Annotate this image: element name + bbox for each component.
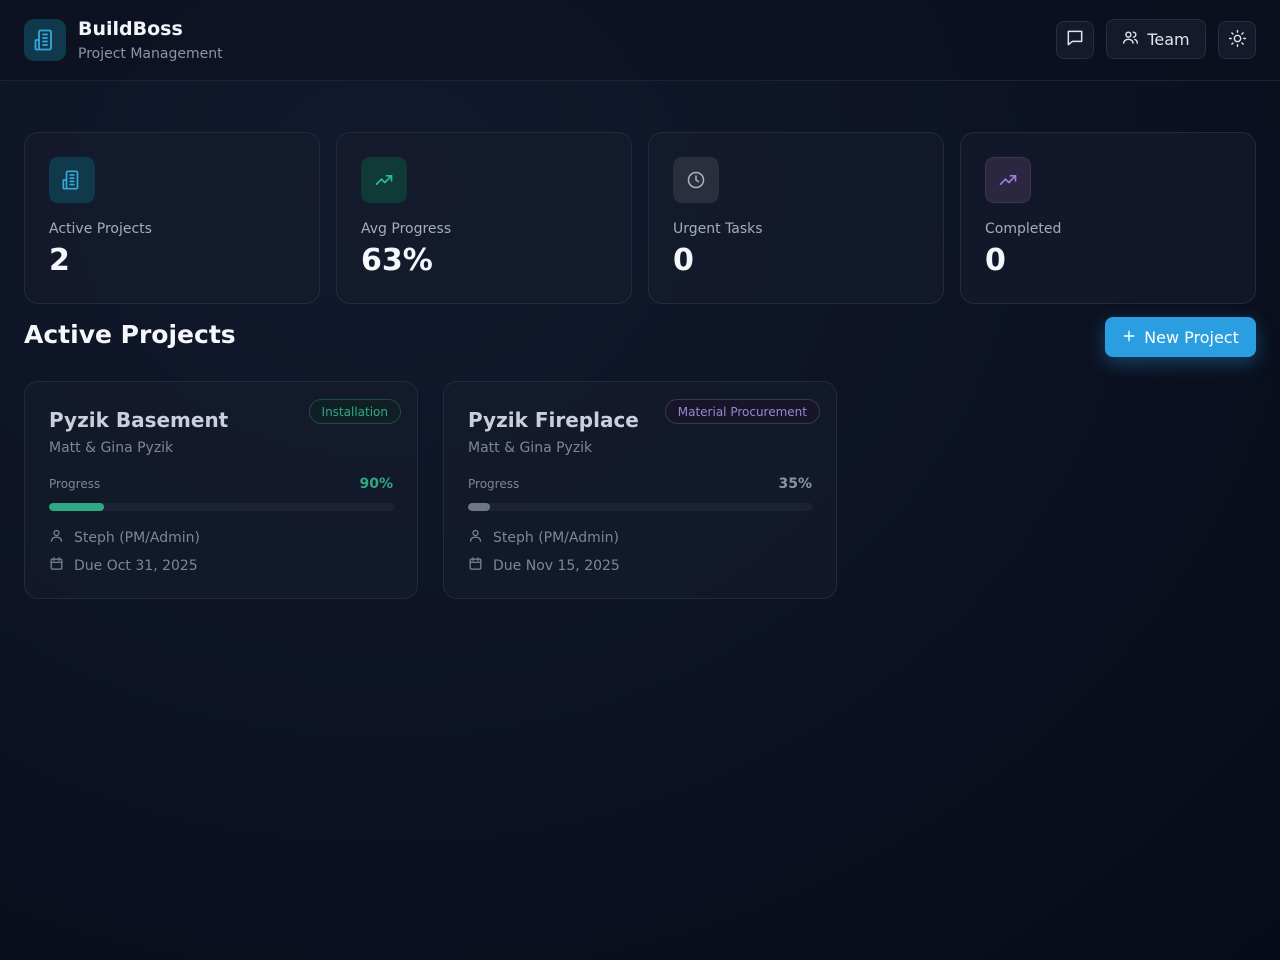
progress-label: Progress — [468, 477, 520, 491]
stat-card-urgent-tasks: Urgent Tasks 0 — [648, 132, 944, 304]
progress-label: Progress — [49, 477, 101, 491]
calendar-icon — [468, 556, 483, 575]
assignee-name: Steph (PM/Admin) — [493, 529, 619, 546]
phase-badge: Material Procurement — [664, 399, 820, 424]
stat-value: 0 — [673, 243, 694, 278]
phase-badge: Installation — [308, 399, 401, 424]
progress-bar — [49, 503, 394, 511]
team-button-label: Team — [1147, 29, 1190, 49]
progress-fill — [49, 503, 105, 511]
stat-card-avg-progress: Avg Progress 63% — [336, 132, 632, 304]
clock-icon — [673, 157, 719, 203]
plus-icon — [1122, 328, 1136, 347]
sun-icon — [1228, 29, 1247, 52]
app-header: BuildBoss Project Management Team — [0, 0, 1280, 81]
stat-card-completed: Completed 0 — [960, 132, 1256, 304]
progress-fill — [468, 503, 491, 511]
project-card-pyzik-basement[interactable]: Pyzik Basement Matt & Gina Pyzik Install… — [24, 381, 418, 599]
section-title: Active Projects — [24, 320, 236, 349]
new-project-button[interactable]: New Project — [1105, 317, 1256, 357]
stat-label: Completed — [985, 221, 1062, 237]
project-due-date: Due Oct 31, 2025 — [49, 556, 198, 575]
stat-card-active-projects: Active Projects 2 — [24, 132, 320, 304]
stat-value: 0 — [985, 243, 1006, 278]
user-icon — [49, 528, 64, 547]
new-project-label: New Project — [1144, 327, 1239, 347]
app-title: BuildBoss — [78, 18, 183, 40]
app-subtitle: Project Management — [78, 46, 223, 62]
theme-toggle-button[interactable] — [1218, 21, 1256, 59]
project-name: Pyzik Basement — [49, 408, 229, 432]
stat-label: Active Projects — [49, 221, 152, 237]
progress-bar — [468, 503, 813, 511]
progress-percent: 35% — [778, 476, 812, 492]
project-assignee: Steph (PM/Admin) — [49, 528, 200, 547]
user-icon — [468, 528, 483, 547]
trending-up-icon — [985, 157, 1031, 203]
stat-value: 63% — [361, 243, 433, 278]
trending-up-icon — [361, 157, 407, 203]
project-card-pyzik-fireplace[interactable]: Pyzik Fireplace Matt & Gina Pyzik Materi… — [443, 381, 837, 599]
assignee-name: Steph (PM/Admin) — [74, 529, 200, 546]
stat-label: Urgent Tasks — [673, 221, 763, 237]
project-client: Matt & Gina Pyzik — [49, 440, 174, 456]
project-client: Matt & Gina Pyzik — [468, 440, 593, 456]
project-assignee: Steph (PM/Admin) — [468, 528, 619, 547]
message-icon — [1065, 28, 1085, 52]
building-icon — [49, 157, 95, 203]
messages-button[interactable] — [1056, 21, 1094, 59]
building-logo-icon — [24, 19, 66, 61]
project-name: Pyzik Fireplace — [468, 408, 639, 432]
calendar-icon — [49, 556, 64, 575]
due-date-text: Due Oct 31, 2025 — [74, 557, 198, 574]
stat-value: 2 — [49, 243, 70, 278]
due-date-text: Due Nov 15, 2025 — [493, 557, 620, 574]
users-icon — [1122, 29, 1139, 50]
team-button[interactable]: Team — [1106, 19, 1206, 59]
stat-label: Avg Progress — [361, 221, 452, 237]
project-due-date: Due Nov 15, 2025 — [468, 556, 620, 575]
progress-percent: 90% — [359, 476, 393, 492]
